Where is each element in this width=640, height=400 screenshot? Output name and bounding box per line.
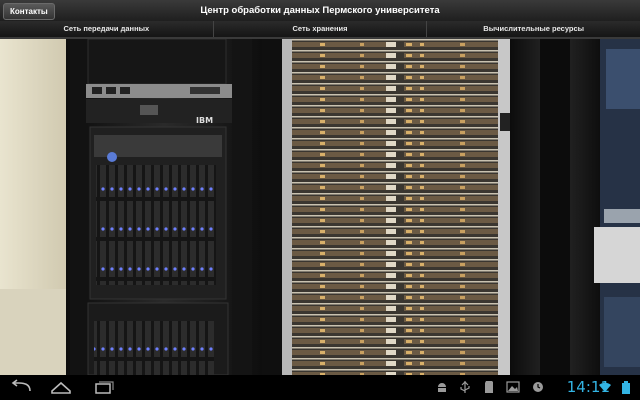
tab-data-network[interactable]: Сеть передачи данных xyxy=(0,21,214,37)
recent-apps-icon[interactable] xyxy=(90,379,116,395)
alarm-icon xyxy=(533,382,543,392)
server-racks-image: IBM xyxy=(0,39,640,375)
wifi-icon xyxy=(599,382,611,392)
contacts-button[interactable]: Контакты xyxy=(3,3,55,20)
system-navigation-bar: 14:11 xyxy=(0,375,640,400)
tab-computing-resources[interactable]: Вычислительные ресурсы xyxy=(427,21,640,37)
sd-card-icon xyxy=(485,381,493,393)
ibm-logo: IBM xyxy=(196,116,213,125)
tab-storage-network[interactable]: Сеть хранения xyxy=(214,21,428,37)
image-icon xyxy=(506,381,520,393)
tab-bar: Сеть передачи данных Сеть хранения Вычис… xyxy=(0,21,640,39)
back-icon[interactable] xyxy=(8,379,34,395)
usb-icon xyxy=(460,381,470,393)
action-bar: Контакты Центр обработки данных Пермског… xyxy=(0,0,640,22)
app-title: Центр обработки данных Пермского универс… xyxy=(200,5,440,16)
android-icon xyxy=(438,383,446,392)
datacenter-photo: IBM xyxy=(0,39,640,375)
home-icon[interactable] xyxy=(48,379,74,395)
battery-icon xyxy=(622,381,630,394)
